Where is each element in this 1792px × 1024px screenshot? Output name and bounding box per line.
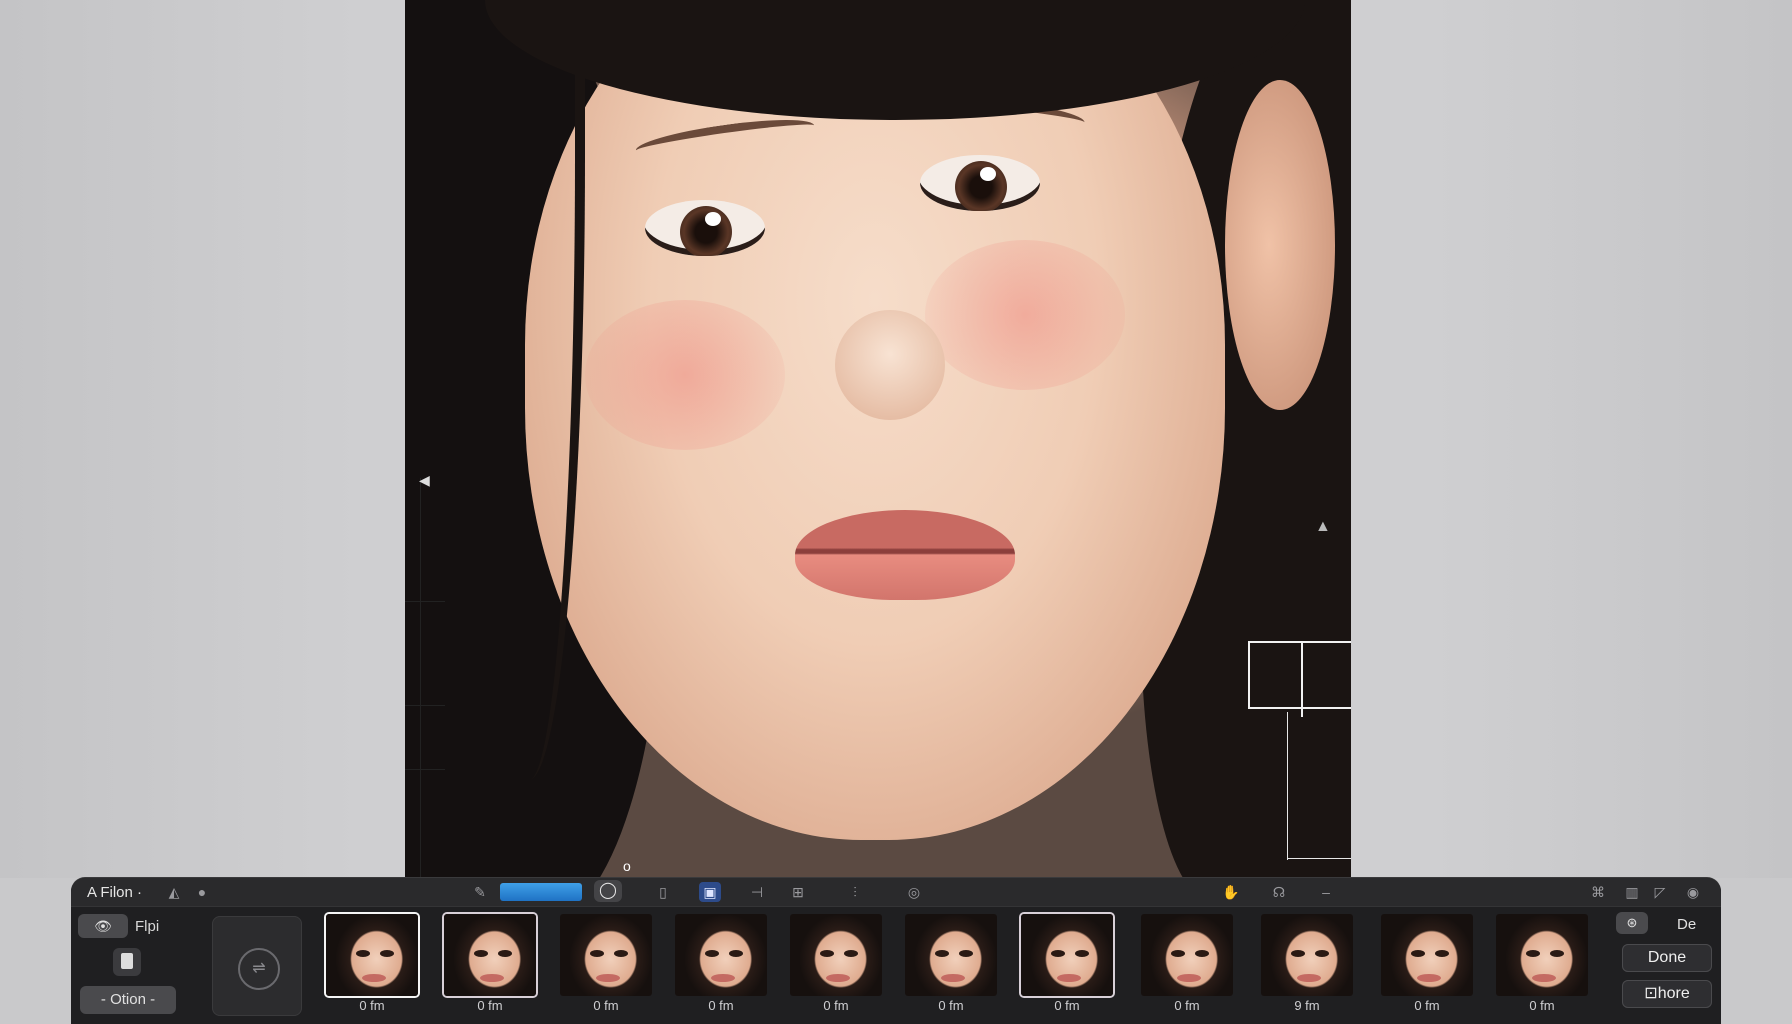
lips [795,510,1015,600]
crop-guide [1287,858,1351,859]
dot-icon[interactable]: ● [191,882,213,902]
guide-line [420,478,421,878]
de-label: De [1677,916,1697,933]
thumbnail-caption: 0 fm [1054,998,1080,1013]
thumbnail-caption: 0 fm [1529,998,1555,1013]
wave-icon[interactable]: ☊ [1268,882,1290,902]
brow-left [634,112,816,164]
share-icon[interactable]: ⌘ [1587,882,1609,902]
thumbnail[interactable]: 0 fm [675,914,767,1018]
crop-guide [1301,641,1303,717]
thumbnail-caption: 0 fm [593,998,619,1013]
triangle-marker-icon[interactable]: ▲ [1315,518,1331,536]
thumbnail[interactable]: 0 fm [444,914,536,1018]
eye-left [645,200,765,256]
done-button[interactable]: Done [1622,944,1712,972]
guide-arrow-icon[interactable]: ◀ [419,472,430,489]
flip-label: Flpi [135,918,160,935]
thumbnail-caption: 0 fm [823,998,849,1013]
split-icon[interactable]: ⊣ [746,882,768,902]
marker-label: o [623,858,631,874]
progress-slider[interactable] [500,883,582,901]
guide-tick [405,601,445,602]
small-square-button[interactable] [113,948,141,976]
thumbnail-strip: 0 fm 0 fm 0 fm 0 fm 0 fm 0 fm 0 fm 0 fm … [326,914,1671,1022]
thumbnail-caption: 0 fm [359,998,385,1013]
columns-icon[interactable]: ▥ [1621,882,1643,902]
face [525,0,1225,840]
thumbnail[interactable]: 0 fm [790,914,882,1018]
thumbnail[interactable]: 0 fm [1141,914,1233,1018]
cheek-right [925,240,1125,390]
thumbnail-caption: 0 fm [708,998,734,1013]
thumbnail[interactable]: 0 fm [560,914,652,1018]
corner-icon[interactable]: ◸ [1649,882,1671,902]
ear [1225,80,1335,410]
wheel-icon[interactable]: ◎ [903,882,925,902]
camera-icon[interactable]: ◉ [1682,882,1704,902]
thumbnail-caption: 0 fm [1414,998,1440,1013]
eye-button[interactable]: 👁 [78,914,128,938]
guide-tick[interactable] [405,705,445,706]
thumbnail[interactable]: 0 fm [1021,914,1113,1018]
thumbnail[interactable]: 0 fm [326,914,418,1018]
more-button[interactable]: ⊡hore [1622,980,1712,1008]
frame-icon[interactable]: ▣ [699,882,721,902]
hands-icon[interactable]: ✋ [1220,882,1242,902]
settings-small-button[interactable]: ⊛ [1616,912,1648,934]
minus-icon[interactable]: – [1315,882,1337,902]
level-icon[interactable]: ⫶ [844,882,866,902]
preview-box[interactable]: ⇌ [212,916,302,1016]
eye-right [920,155,1040,211]
thumbnail-caption: 0 fm [477,998,503,1013]
thumbnail-caption: 0 fm [938,998,964,1013]
page-icon[interactable]: ▯ [652,882,674,902]
thumbnail[interactable]: 9 fm [1261,914,1353,1018]
toolbar-title: A Filon · [87,884,143,901]
cheek-left [585,300,785,450]
thumbnail-caption: 0 fm [1174,998,1200,1013]
bottom-panel: A Filon · ◭ ● ✎ ◯ ▯ ▣ ⊣ ⊞ ⫶ ◎ ✋ ☊ – ⌘ ▥ … [71,878,1721,1024]
circle-icon[interactable]: ◯ [594,880,622,902]
nose [835,310,945,420]
portrait-photo[interactable]: ◀ ▲ o [405,0,1351,878]
thumbnail[interactable]: 0 fm [905,914,997,1018]
guide-tick [405,769,445,770]
crop-handle[interactable] [1248,641,1351,709]
pen-icon[interactable]: ✎ [469,882,491,902]
adjust-icon[interactable]: ⊞ [787,882,809,902]
right-controls: ⊛ De Done ⊡hore [1616,912,1716,1022]
triangle-icon[interactable]: ◭ [163,882,185,902]
toolbar: A Filon · ◭ ● ✎ ◯ ▯ ▣ ⊣ ⊞ ⫶ ◎ ✋ ☊ – ⌘ ▥ … [71,878,1721,907]
thumbnail[interactable]: 0 fm [1496,914,1588,1018]
crop-guide [1287,712,1288,860]
thumbnail[interactable]: 0 fm [1381,914,1473,1018]
thumbnail-caption: 9 fm [1294,998,1320,1013]
option-button[interactable]: - Otion - [80,986,176,1014]
rotate-icon[interactable]: ⇌ [238,948,280,990]
left-controls: 👁 Flpi - Otion - [78,912,178,1022]
